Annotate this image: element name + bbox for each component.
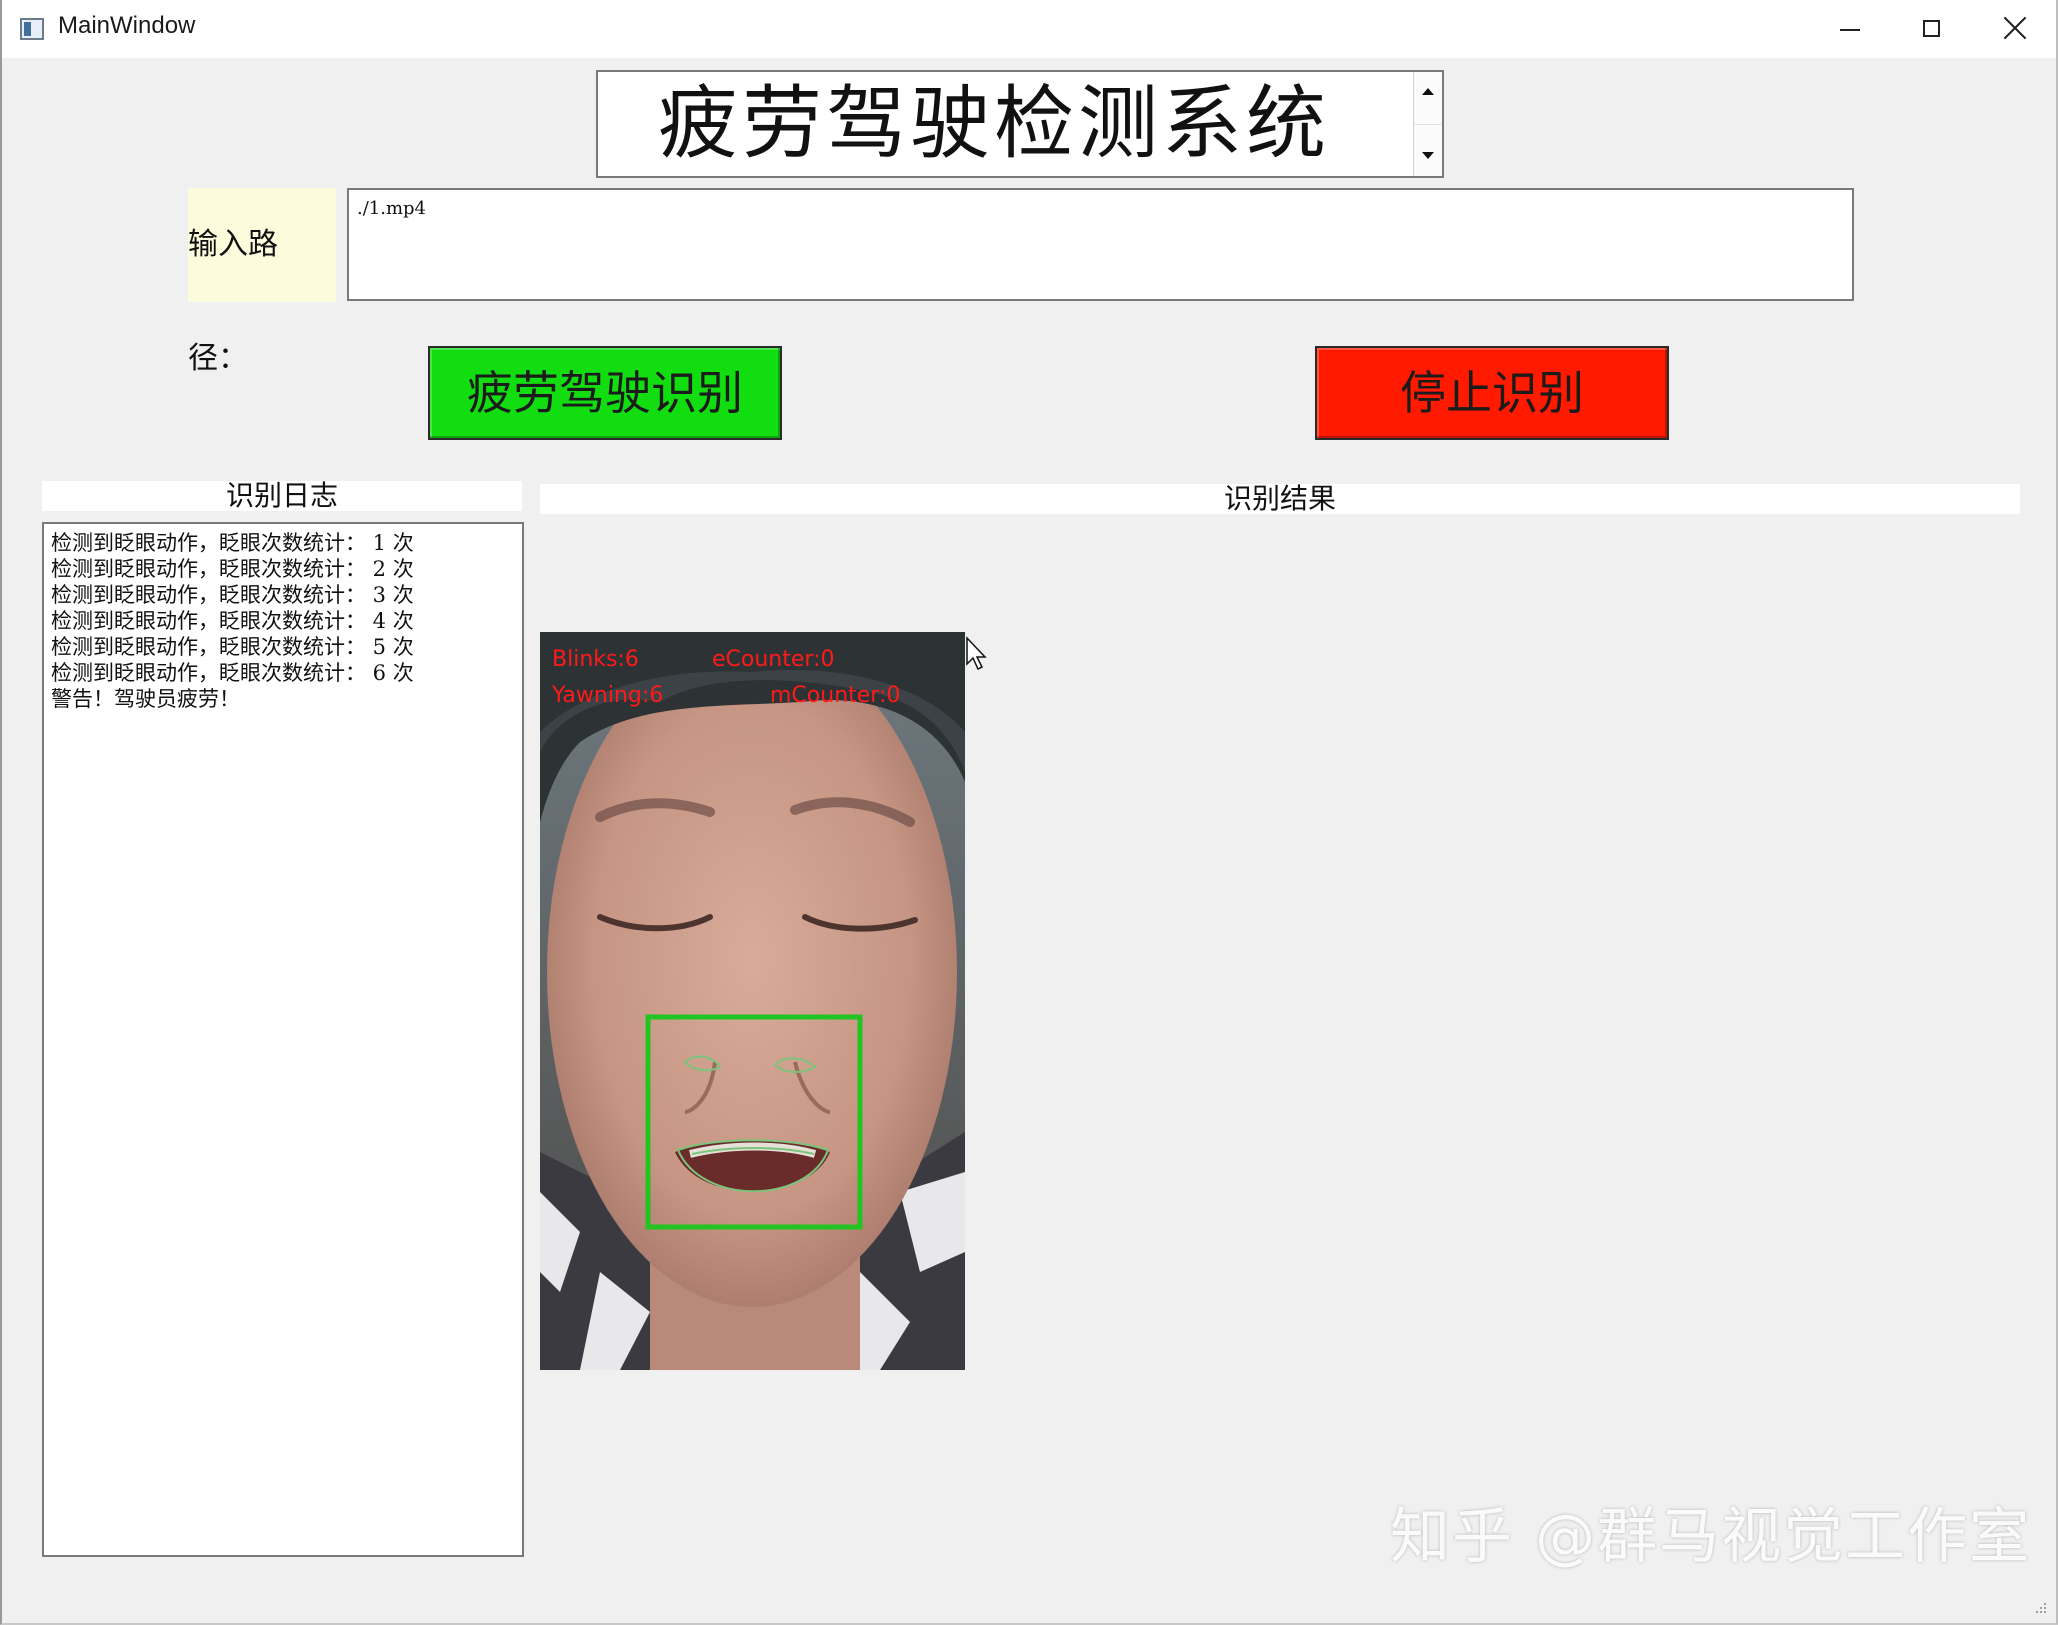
- spin-up-button[interactable]: [1414, 72, 1442, 125]
- fatigue-detect-button[interactable]: 疲劳驾驶识别: [428, 346, 782, 440]
- input-path-label: 输入路径：: [188, 188, 336, 376]
- log-line: 检测到眨眼动作，眨眼次数统计： 3 次: [51, 583, 414, 607]
- mouse-cursor-icon: [966, 636, 987, 671]
- system-title-box[interactable]: 疲劳驾驶检测系统: [596, 70, 1444, 178]
- spin-down-button[interactable]: [1414, 124, 1442, 176]
- main-window: MainWindow 疲劳驾驶检测系统 输入路径： ./1.mp4 疲劳驾驶识别…: [0, 0, 2058, 1625]
- face-frame-image: Blinks:6 eCounter:0 Yawning:6 mCounter:0: [540, 632, 965, 1370]
- close-icon: [2002, 15, 2028, 41]
- title-bar[interactable]: MainWindow: [2, 0, 2056, 58]
- minimize-button[interactable]: [1808, 0, 1892, 58]
- overlay-m-counter: mCounter:0: [770, 683, 900, 708]
- system-title: 疲劳驾驶检测系统: [658, 77, 1330, 170]
- watermark: 知乎 @群马视觉工作室: [1390, 1502, 2032, 1572]
- log-line: 检测到眨眼动作，眨眼次数统计： 2 次: [51, 557, 414, 581]
- resize-grip-icon[interactable]: [2032, 1599, 2048, 1615]
- log-panel[interactable]: 检测到眨眼动作，眨眼次数统计： 1 次检测到眨眼动作，眨眼次数统计： 2 次检测…: [42, 522, 524, 1557]
- arrow-up-icon: [1422, 88, 1434, 95]
- overlay-yawning: Yawning:6: [551, 683, 663, 708]
- input-path-field[interactable]: ./1.mp4: [347, 188, 1854, 301]
- minimize-icon: [1840, 29, 1860, 31]
- app-window-icon: [20, 18, 44, 40]
- log-title: 识别日志: [42, 481, 522, 511]
- maximize-button[interactable]: [1890, 0, 1974, 58]
- window-title: MainWindow: [58, 12, 196, 39]
- result-title: 识别结果: [540, 484, 2020, 514]
- close-button[interactable]: [1972, 0, 2056, 58]
- overlay-blinks: Blinks:6: [552, 647, 639, 672]
- log-line: 警告！驾驶员疲劳！: [51, 687, 240, 711]
- log-line: 检测到眨眼动作，眨眼次数统计： 4 次: [51, 609, 414, 633]
- log-line: 检测到眨眼动作，眨眼次数统计： 1 次: [51, 531, 414, 555]
- result-video-frame: Blinks:6 eCounter:0 Yawning:6 mCounter:0: [540, 632, 965, 1370]
- log-line: 检测到眨眼动作，眨眼次数统计： 6 次: [51, 661, 414, 685]
- log-line: 检测到眨眼动作，眨眼次数统计： 5 次: [51, 635, 414, 659]
- arrow-down-icon: [1422, 152, 1434, 159]
- stop-detect-button[interactable]: 停止识别: [1315, 346, 1669, 440]
- maximize-icon: [1923, 20, 1940, 37]
- title-spin-buttons[interactable]: [1413, 72, 1442, 176]
- overlay-e-counter: eCounter:0: [712, 647, 834, 672]
